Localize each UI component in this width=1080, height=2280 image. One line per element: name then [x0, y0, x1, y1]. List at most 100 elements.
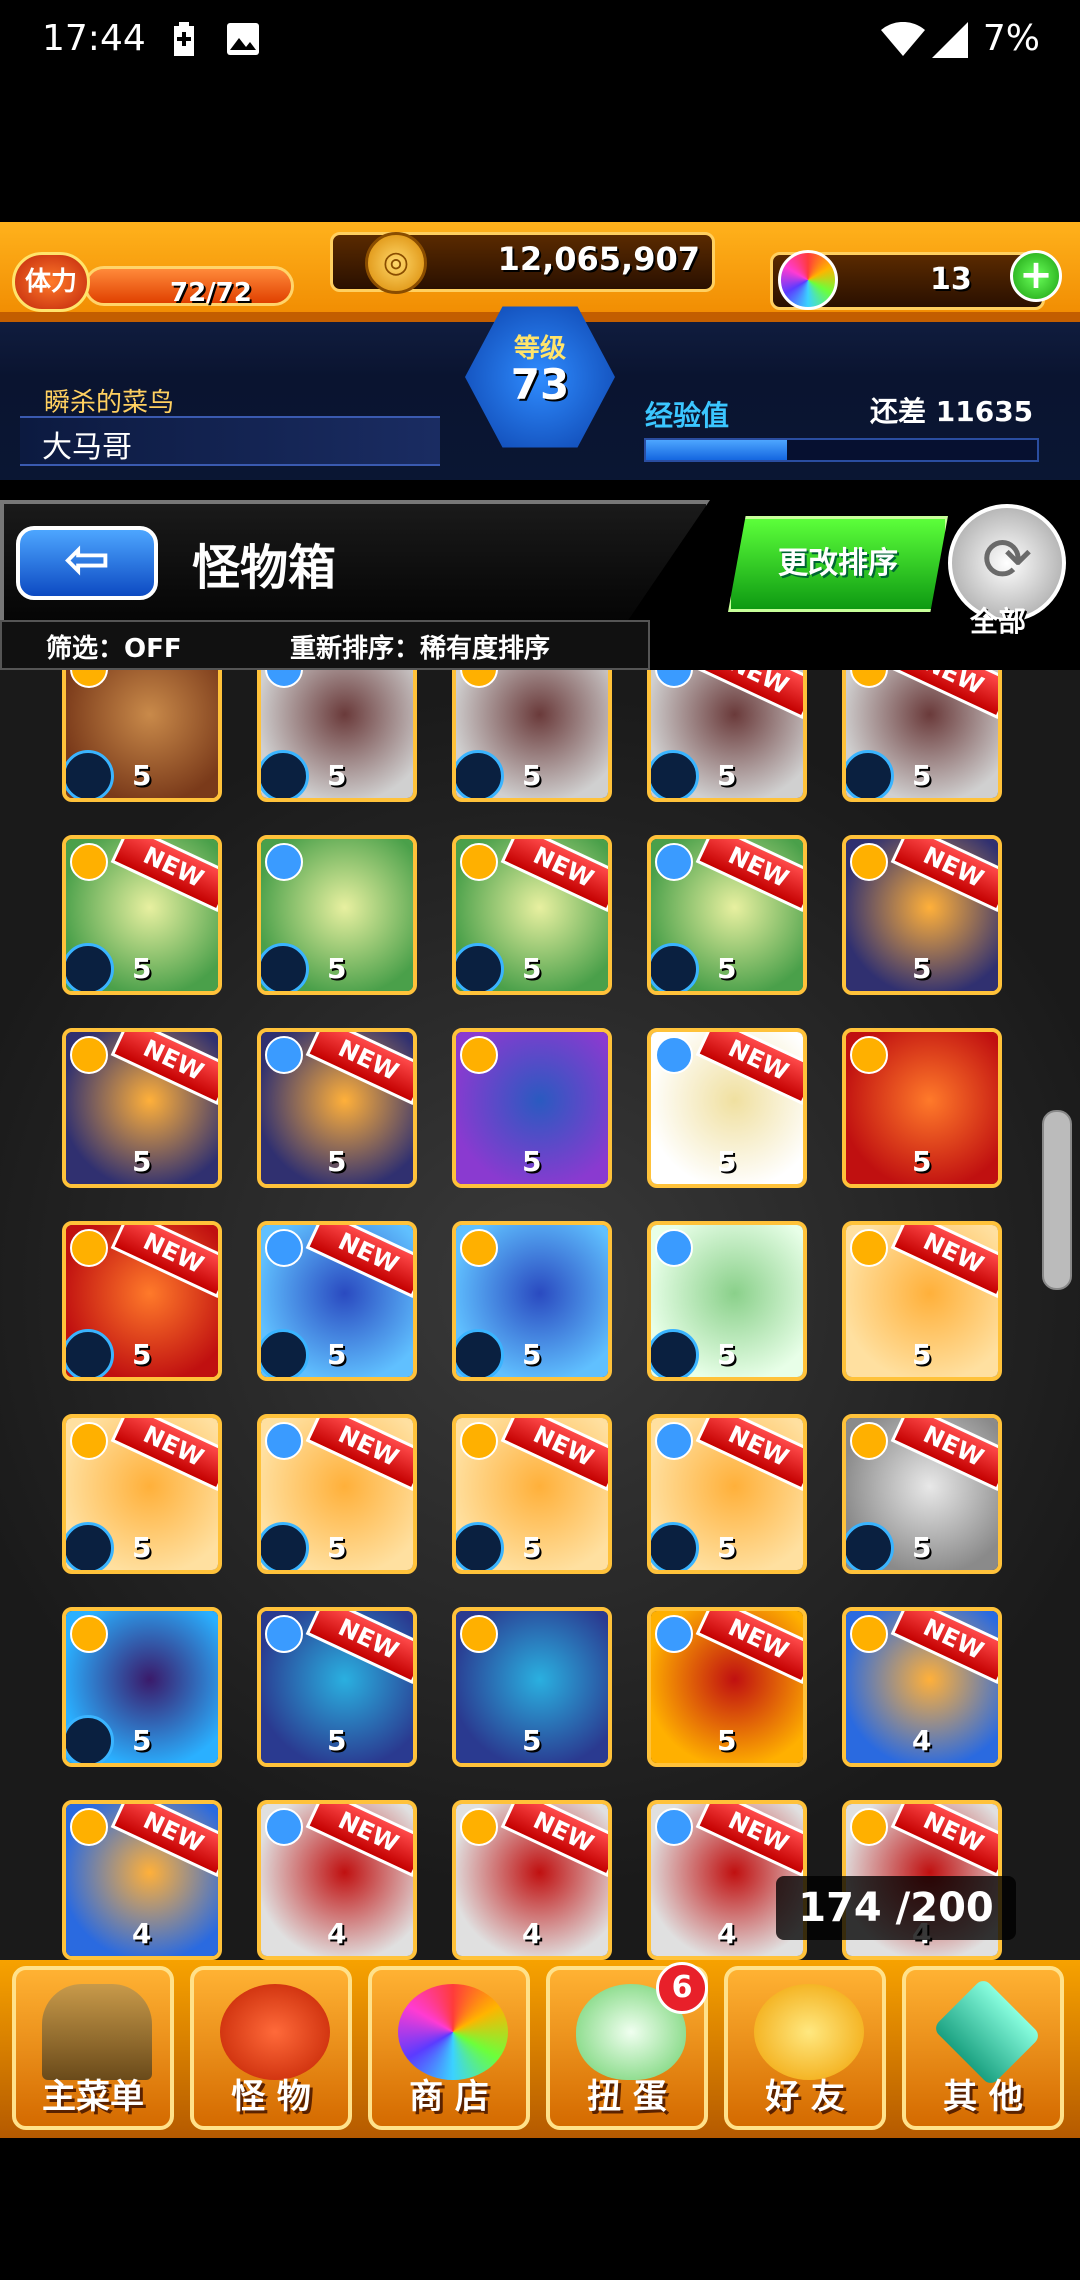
all-label: 全部	[970, 605, 1027, 638]
nav-label: 扭 蛋	[587, 2077, 667, 2117]
monster-card[interactable]: NEW 5	[647, 835, 807, 995]
monster-card[interactable]: NEW 5	[62, 1221, 222, 1381]
add-gems-button[interactable]: +	[1010, 250, 1062, 302]
element-icon	[70, 1808, 108, 1846]
level-value: 73	[510, 360, 570, 409]
player-title: 瞬杀的菜鸟	[44, 388, 175, 418]
element-icon	[460, 1808, 498, 1846]
monster-card[interactable]: 5	[257, 670, 417, 802]
nav-other[interactable]: 其 他	[902, 1966, 1064, 2130]
bottom-nav: 主菜单 怪 物 商 店 扭 蛋 6 好 友 其 他	[0, 1960, 1080, 2138]
signal-icon	[932, 22, 970, 67]
element-icon	[850, 843, 888, 881]
monster-card[interactable]: 5	[647, 1221, 807, 1381]
monster-card[interactable]: NEW 5	[62, 1414, 222, 1574]
slot-orb-icon	[66, 750, 114, 798]
monster-card[interactable]: 5	[842, 1028, 1002, 1188]
element-icon	[655, 1615, 693, 1653]
nav-label: 主菜单	[42, 2077, 144, 2117]
monster-card[interactable]: NEW 5	[842, 670, 1002, 802]
rarity-label: 5	[717, 1145, 737, 1178]
monster-card[interactable]: NEW 5	[257, 1414, 417, 1574]
rarity-label: 5	[522, 952, 542, 985]
element-icon	[460, 1036, 498, 1074]
rarity-label: 4	[717, 1917, 737, 1950]
monster-card[interactable]: NEW 5	[62, 835, 222, 995]
element-icon	[655, 843, 693, 881]
monster-card[interactable]: 5	[452, 1028, 612, 1188]
sort-order-label[interactable]: 重新排序：稀有度排序	[290, 628, 550, 665]
slot-orb-icon	[261, 943, 309, 991]
back-button[interactable]: ⇦	[16, 526, 158, 600]
monster-card[interactable]: NEW 5	[647, 1607, 807, 1767]
rarity-label: 5	[327, 1724, 347, 1757]
rarity-label: 5	[717, 1338, 737, 1371]
monster-card[interactable]: NEW 5	[647, 670, 807, 802]
gacha-badge: 6	[656, 1962, 708, 2014]
slot-orb-icon	[651, 943, 699, 991]
monster-card[interactable]: NEW 5	[62, 1028, 222, 1188]
monster-card[interactable]: NEW 5	[257, 1607, 417, 1767]
element-icon	[850, 1615, 888, 1653]
element-icon	[850, 1036, 888, 1074]
rarity-label: 5	[522, 1531, 542, 1564]
slot-orb-icon	[456, 1329, 504, 1377]
nav-label: 好 友	[765, 2077, 845, 2117]
player-name: 大马哥	[42, 430, 132, 465]
nav-shop[interactable]: 商 店	[368, 1966, 530, 2130]
rarity-label: 5	[327, 1531, 347, 1564]
monster-card[interactable]: NEW 5	[452, 1414, 612, 1574]
nav-gacha[interactable]: 扭 蛋 6	[546, 1962, 708, 2130]
monster-card[interactable]: NEW4	[62, 1800, 222, 1960]
monster-card[interactable]: 5	[62, 1607, 222, 1767]
battery-percent: 7%	[982, 18, 1040, 59]
rarity-label: 5	[327, 1338, 347, 1371]
slot-orb-icon	[261, 1522, 309, 1570]
rarity-label: 5	[522, 1145, 542, 1178]
filter-toggle[interactable]: 筛选：OFF	[46, 628, 182, 665]
monster-card[interactable]: 5	[62, 670, 222, 802]
element-icon	[265, 1229, 303, 1267]
monster-card[interactable]: NEW 5	[257, 1028, 417, 1188]
monster-card[interactable]: 5	[452, 1607, 612, 1767]
rarity-label: 5	[912, 952, 932, 985]
monster-card[interactable]: NEW4	[842, 1607, 1002, 1767]
rarity-label: 5	[132, 1531, 152, 1564]
monster-card[interactable]: 5	[257, 835, 417, 995]
monster-card[interactable]: NEW 5	[842, 1221, 1002, 1381]
rarity-label: 4	[327, 1917, 347, 1950]
monster-card[interactable]: NEW 5	[842, 835, 1002, 995]
rarity-label: 4	[132, 1917, 152, 1950]
exp-bar	[644, 438, 1039, 462]
monster-box-header: ⇦ 怪物箱 筛选：OFF 重新排序：稀有度排序 更改排序 ⟳ 全部	[0, 500, 1080, 670]
monster-card[interactable]: NEW 5	[647, 1028, 807, 1188]
element-icon	[265, 1615, 303, 1653]
monster-card[interactable]: NEW 5	[452, 835, 612, 995]
gate-icon	[42, 1984, 152, 2080]
element-icon	[850, 1422, 888, 1460]
rarity-label: 5	[912, 759, 932, 792]
monster-card[interactable]: NEW 5	[842, 1414, 1002, 1574]
change-sort-button[interactable]: 更改排序	[728, 516, 948, 612]
scrollbar[interactable]	[1042, 1110, 1072, 1290]
exp-fill	[646, 440, 787, 460]
screen: { "status_bar": {"time": "17:44", "batte…	[0, 0, 1080, 2280]
element-icon	[460, 1422, 498, 1460]
rarity-label: 5	[132, 1338, 152, 1371]
element-icon	[265, 1808, 303, 1846]
stamina-badge: 体力	[12, 252, 90, 312]
nav-monster[interactable]: 怪 物	[190, 1966, 352, 2130]
monster-card[interactable]: 5	[452, 1221, 612, 1381]
nav-friends[interactable]: 好 友	[724, 1966, 886, 2130]
slot-orb-icon	[456, 943, 504, 991]
monster-card[interactable]: NEW4	[257, 1800, 417, 1960]
monster-card[interactable]: NEW 5	[647, 1414, 807, 1574]
monster-card[interactable]: NEW4	[452, 1800, 612, 1960]
rarity-label: 5	[522, 1724, 542, 1757]
slot-orb-icon	[66, 943, 114, 991]
monster-card[interactable]: NEW 5	[257, 1221, 417, 1381]
monster-card[interactable]: 5	[452, 670, 612, 802]
status-bar: 17:44 7%	[0, 0, 1080, 80]
nav-main-menu[interactable]: 主菜单	[12, 1966, 174, 2130]
element-icon	[460, 843, 498, 881]
